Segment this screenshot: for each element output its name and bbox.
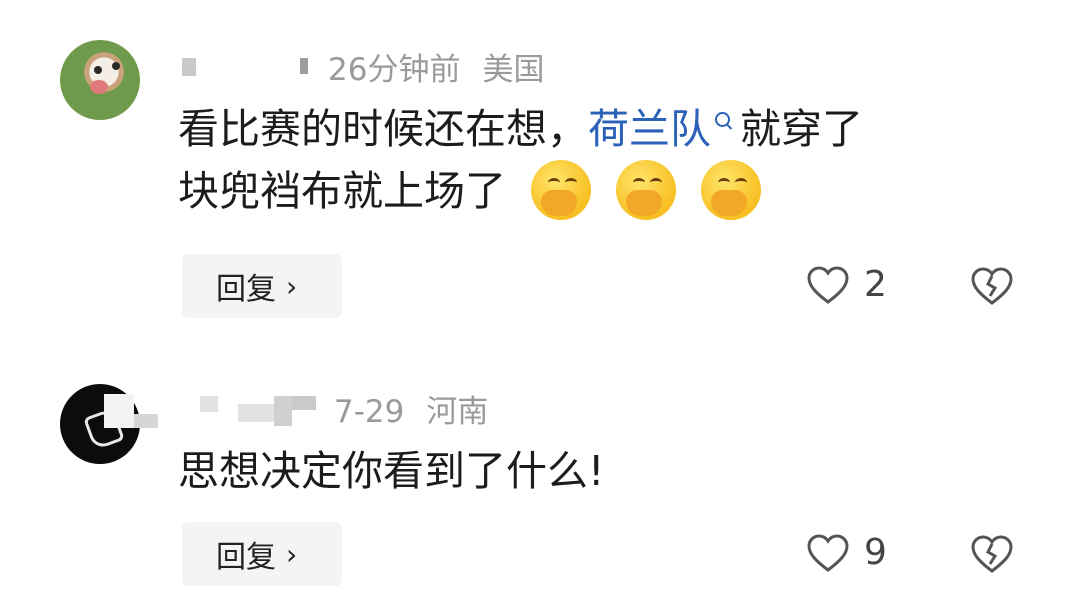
comment-meta: 26分钟前 美国 [328,44,566,89]
chevron-right-icon: › [286,269,298,303]
heart-outline-icon [807,533,849,572]
comment-text-line-1: 思想决定你看到了什么! [178,440,604,502]
comment-meta: 7-29 河南 [334,386,510,431]
username-redacted[interactable] [200,396,218,412]
comment-text-line-2: 块兜裆布就上场了 [178,160,863,224]
broken-heart-icon [971,267,1013,305]
avatar-detail [90,80,108,94]
username-redacted [238,404,274,422]
comment-time: 7-29 [334,394,405,430]
comment-text: 思想决定你看到了什么! [178,440,604,502]
reply-label: 回复 [216,540,276,575]
username-redacted [274,396,292,426]
reply-button[interactable]: 回复 › [182,254,342,318]
comment-text-part: 思想决定你看到了什么! [178,447,605,495]
like-count: 9 [864,532,887,573]
comment-text: 看比赛的时候还在想，荷兰队 就穿了 块兜裆布就上场了 [178,98,863,224]
like-count: 2 [864,264,887,305]
face-with-hand-over-mouth-icon [616,160,677,220]
heart-outline-icon [807,265,849,304]
dislike-button[interactable] [970,266,1014,310]
username-redacted [300,58,308,74]
comment-location: 美国 [482,52,545,88]
topic-link[interactable]: 荷兰队 [588,105,711,153]
username-redacted[interactable] [182,58,196,76]
avatar[interactable] [60,40,140,120]
avatar-detail [112,62,120,70]
avatar-overlay [134,414,158,428]
comment-time: 26分钟前 [328,52,461,88]
broken-heart-icon [971,535,1013,573]
reply-button[interactable]: 回复 › [182,522,342,586]
face-with-hand-over-mouth-icon [531,160,592,220]
like-button[interactable]: 2 [806,264,887,305]
avatar-overlay [104,394,134,428]
search-icon[interactable] [715,112,730,127]
dislike-button[interactable] [970,534,1014,578]
comment-text-part: 就穿了 [740,105,863,153]
face-with-hand-over-mouth-icon [701,160,762,220]
like-button[interactable]: 9 [806,532,887,573]
comment-text-line-1: 看比赛的时候还在想，荷兰队 就穿了 [178,98,863,160]
comment-text-part: 块兜裆布就上场了 [178,167,506,215]
username-redacted [292,396,316,410]
avatar-detail [94,66,102,74]
comment-text-part: 看比赛的时候还在想， [178,105,588,153]
chevron-right-icon: › [286,537,298,571]
reply-label: 回复 [216,272,276,307]
comment-location: 河南 [426,394,489,430]
